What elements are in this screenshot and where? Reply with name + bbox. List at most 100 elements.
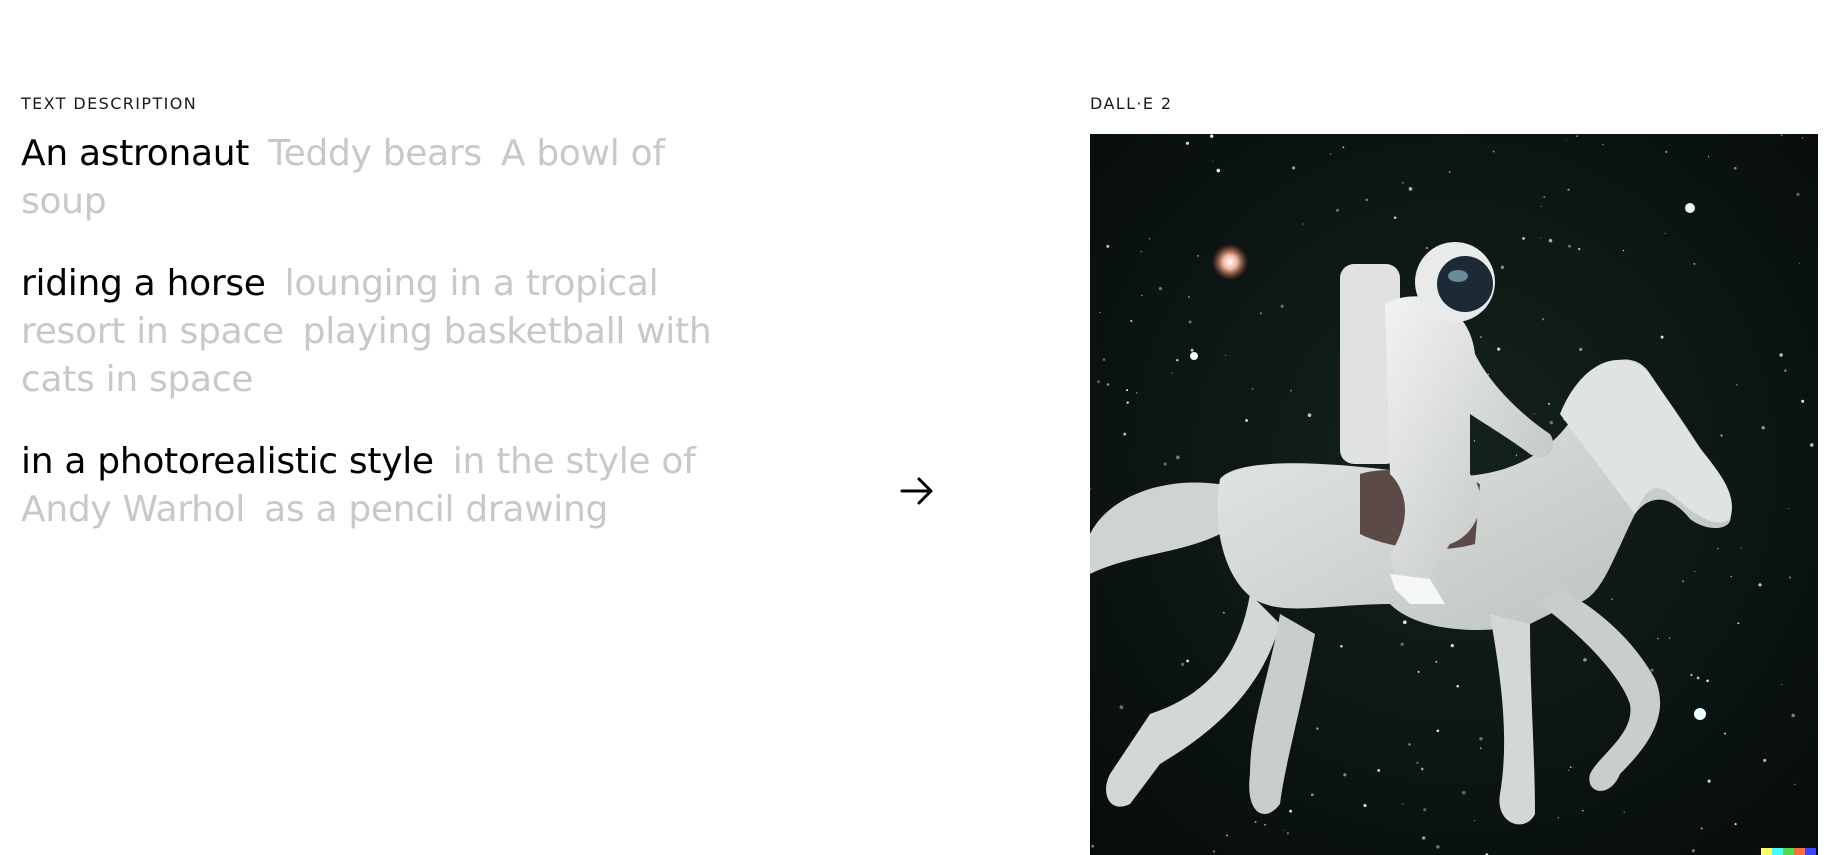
star [1543, 195, 1546, 198]
arrow-right-icon[interactable] [899, 473, 935, 509]
star [1548, 402, 1550, 405]
star [1565, 139, 1567, 141]
star [1292, 166, 1296, 170]
star [1787, 507, 1790, 510]
star [1740, 547, 1742, 549]
star [1223, 611, 1225, 614]
option-pencil-drawing[interactable]: as a pencil drawing [264, 489, 608, 530]
star [1187, 295, 1191, 299]
star [1664, 232, 1667, 235]
star [1340, 645, 1343, 648]
star [1500, 265, 1505, 269]
option-astronaut[interactable]: An astronaut [21, 133, 249, 174]
star [1342, 146, 1345, 149]
star [1706, 679, 1709, 683]
star [1225, 354, 1227, 356]
star [1188, 320, 1192, 324]
star [1791, 713, 1795, 718]
star [1436, 729, 1440, 733]
star [1668, 637, 1671, 639]
star [1425, 246, 1429, 250]
star [1448, 171, 1451, 173]
star [1302, 223, 1304, 225]
dalle-label: DALL·E 2 [1090, 94, 1173, 113]
star [1402, 182, 1404, 184]
star [1796, 192, 1800, 197]
star [1733, 166, 1737, 170]
star [1316, 727, 1319, 730]
star [1779, 353, 1783, 357]
star [1290, 389, 1292, 392]
star [1611, 598, 1613, 601]
star [1450, 644, 1454, 648]
star [1416, 761, 1419, 765]
star [1696, 676, 1700, 680]
star [1737, 622, 1740, 625]
star [1693, 262, 1696, 265]
star [1730, 575, 1732, 578]
star [1657, 637, 1659, 640]
star [1102, 358, 1106, 361]
star [1365, 198, 1369, 202]
star [1197, 255, 1199, 257]
star [1694, 570, 1696, 572]
star [1099, 311, 1101, 314]
star [1473, 440, 1476, 442]
star [1623, 811, 1625, 813]
prompt-builder: An astronaut Teddy bears A bowl of soup ri… [21, 130, 721, 568]
star [1548, 238, 1553, 243]
star [1408, 743, 1411, 746]
star [1251, 388, 1254, 390]
star [1264, 823, 1266, 826]
star [1540, 237, 1542, 239]
star [1784, 369, 1787, 372]
star [1421, 836, 1426, 840]
star [1549, 420, 1553, 425]
star [1363, 803, 1367, 808]
star [1665, 150, 1668, 154]
star [1541, 318, 1545, 321]
star [1801, 399, 1805, 403]
star [1148, 237, 1151, 240]
star [1780, 134, 1783, 137]
star [1126, 401, 1129, 404]
star [1734, 823, 1737, 826]
star [1716, 547, 1719, 550]
star [1393, 216, 1397, 220]
star [1456, 684, 1460, 688]
star [1408, 187, 1413, 191]
star [1557, 817, 1560, 819]
star [1479, 336, 1482, 339]
star [1186, 659, 1189, 663]
star [1533, 413, 1535, 415]
star [1758, 583, 1762, 587]
star [1789, 576, 1792, 579]
star [1402, 620, 1407, 625]
star [1135, 392, 1138, 394]
star [1123, 432, 1127, 436]
star [1401, 803, 1404, 805]
star [1720, 434, 1723, 437]
star [1436, 845, 1440, 849]
star [1158, 286, 1163, 291]
star [1522, 236, 1526, 240]
star [1577, 247, 1581, 251]
prompt-row-subject: An astronaut Teddy bears A bowl of soup [21, 130, 721, 226]
star [1126, 389, 1129, 392]
star [1479, 747, 1482, 750]
star [1690, 673, 1693, 677]
star [1171, 372, 1173, 374]
star [1141, 294, 1143, 297]
star [1254, 820, 1257, 823]
star [1336, 208, 1339, 212]
star [1576, 135, 1578, 137]
star [1809, 443, 1814, 447]
star [1435, 661, 1438, 663]
star [1310, 793, 1314, 797]
star [1180, 662, 1185, 666]
star [1423, 808, 1427, 812]
option-riding-horse[interactable]: riding a horse [21, 263, 266, 304]
option-photorealistic[interactable]: in a photorealistic style [21, 441, 434, 482]
option-teddy-bears[interactable]: Teddy bears [268, 133, 482, 174]
star [1245, 419, 1249, 422]
